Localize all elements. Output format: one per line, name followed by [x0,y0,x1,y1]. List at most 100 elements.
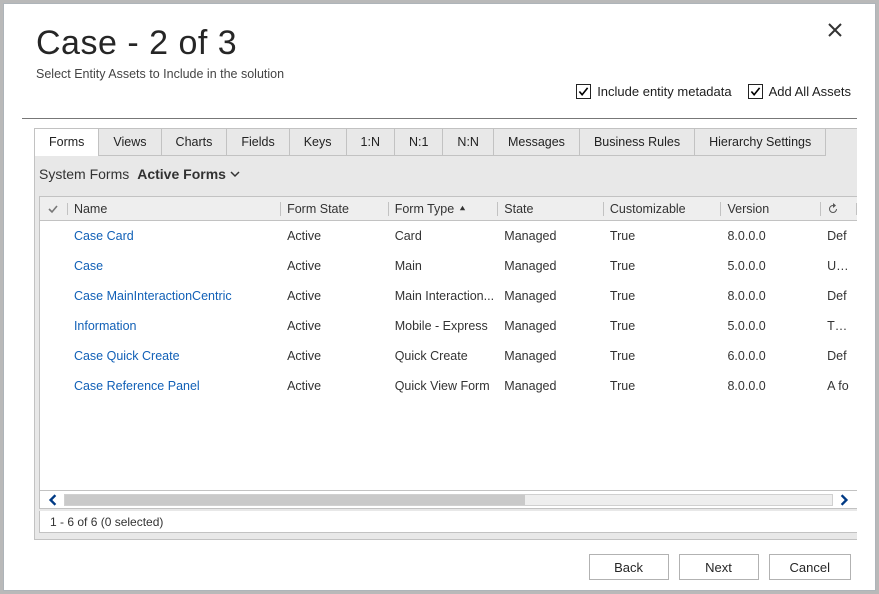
scroll-left-icon[interactable] [46,493,60,507]
close-button[interactable] [821,16,849,44]
view-category-label: System Forms [39,166,129,182]
cancel-button[interactable]: Cancel [769,554,851,580]
cell-description: Def [821,349,857,363]
form-name-link[interactable]: Case Reference Panel [74,379,200,393]
cell-state: Managed [498,289,604,303]
grid-status-bar: 1 - 6 of 6 (0 selected) [39,511,857,533]
cell-form-state: Active [281,229,389,243]
cell-form-type: Quick View Form [389,379,499,393]
column-form-type-label: Form Type [395,202,455,216]
table-row[interactable]: Information ActiveMobile - ExpressManaged… [40,311,857,341]
cell-customizable: True [604,259,722,273]
cell-version: 5.0.0.0 [721,259,821,273]
add-all-assets-checkbox[interactable]: Add All Assets [748,84,851,99]
cell-description: A fo [821,379,857,393]
tab-fields[interactable]: Fields [226,129,289,156]
view-selector-row: System Forms Active Forms [35,156,857,192]
next-button[interactable]: Next [679,554,759,580]
tab-keys[interactable]: Keys [289,129,347,156]
refresh-icon [827,203,839,215]
cell-form-state: Active [281,319,389,333]
tab-n-n[interactable]: N:N [442,129,494,156]
include-metadata-checkbox[interactable]: Include entity metadata [576,84,731,99]
view-picker[interactable]: Active Forms [137,166,240,182]
tab-area: FormsViewsChartsFieldsKeys1:NN:1N:NMessa… [34,128,857,540]
cell-form-type: Main Interaction... [389,289,499,303]
cell-version: 8.0.0.0 [721,289,821,303]
cell-description: Def [821,289,857,303]
tabs: FormsViewsChartsFieldsKeys1:NN:1N:NMessa… [35,129,857,156]
table-row[interactable]: Case CardActiveCardManagedTrue8.0.0.0Def [40,221,857,251]
dialog: Case - 2 of 3 Select Entity Assets to In… [22,10,857,590]
form-name-link[interactable]: Case Quick Create [74,349,180,363]
column-refresh[interactable] [821,203,857,215]
tab-n-1[interactable]: N:1 [394,129,443,156]
tab-hierarchy-settings[interactable]: Hierarchy Settings [694,129,826,156]
tab-1-n[interactable]: 1:N [346,129,395,156]
table-row[interactable]: Case MainInteractionCentric ActiveMain In… [40,281,857,311]
checkbox-icon [576,84,591,99]
table-row[interactable]: Case ActiveMainManagedTrue5.0.0.0Upd [40,251,857,281]
cell-customizable: True [604,379,722,393]
options-row: Include entity metadata Add All Assets [576,84,857,99]
cell-form-type: Card [389,229,499,243]
back-button[interactable]: Back [589,554,669,580]
view-picker-label: Active Forms [137,166,226,182]
add-all-assets-label: Add All Assets [769,84,851,99]
cell-description: Upd [821,259,857,273]
tab-body: System Forms Active Forms Name Form Stat… [35,156,857,539]
table-row[interactable]: Case Quick CreateActiveQuick CreateManag… [40,341,857,371]
cell-version: 8.0.0.0 [721,229,821,243]
cell-form-state: Active [281,289,389,303]
column-customizable[interactable]: Customizable [604,202,722,216]
chevron-down-icon [230,169,240,179]
grid: Name Form State Form Type State Customiz… [39,196,857,509]
column-form-state[interactable]: Form State [281,202,389,216]
column-form-type[interactable]: Form Type [389,202,499,216]
cell-form-type: Mobile - Express [389,319,499,333]
scroll-thumb[interactable] [65,495,525,505]
sort-ascending-icon [458,204,467,213]
cell-customizable: True [604,319,722,333]
cell-form-state: Active [281,379,389,393]
cell-customizable: True [604,349,722,363]
form-name-link[interactable]: Case [74,259,103,273]
horizontal-scrollbar[interactable] [40,490,857,508]
select-all-column[interactable] [40,203,68,215]
page-subtitle: Select Entity Assets to Include in the s… [22,63,857,81]
form-name-link[interactable]: Information [74,319,137,333]
tab-messages[interactable]: Messages [493,129,580,156]
form-name-link[interactable]: Case MainInteractionCentric [74,289,232,303]
separator [22,118,857,119]
column-state[interactable]: State [498,202,604,216]
tab-business-rules[interactable]: Business Rules [579,129,695,156]
close-icon [827,22,843,38]
cell-description: This [821,319,857,333]
scroll-right-icon[interactable] [837,493,851,507]
cell-description: Def [821,229,857,243]
cell-customizable: True [604,289,722,303]
cell-state: Managed [498,319,604,333]
cell-state: Managed [498,259,604,273]
page-title: Case - 2 of 3 [22,10,857,63]
grid-body: Case CardActiveCardManagedTrue8.0.0.0Def… [40,221,857,490]
column-name[interactable]: Name [68,202,281,216]
cell-customizable: True [604,229,722,243]
cell-form-state: Active [281,259,389,273]
form-name-link[interactable]: Case Card [74,229,134,243]
tab-views[interactable]: Views [98,129,161,156]
cell-form-type: Main [389,259,499,273]
table-row[interactable]: Case Reference Panel ActiveQuick View For… [40,371,857,401]
tab-forms[interactable]: Forms [35,129,99,156]
footer: Back Next Cancel [589,554,851,580]
include-metadata-label: Include entity metadata [597,84,731,99]
column-version[interactable]: Version [721,202,821,216]
cell-version: 8.0.0.0 [721,379,821,393]
scroll-track[interactable] [64,494,833,506]
grid-header: Name Form State Form Type State Customiz… [40,197,857,221]
cell-version: 5.0.0.0 [721,319,821,333]
check-icon [47,203,59,215]
tab-charts[interactable]: Charts [161,129,228,156]
cell-form-state: Active [281,349,389,363]
cell-version: 6.0.0.0 [721,349,821,363]
